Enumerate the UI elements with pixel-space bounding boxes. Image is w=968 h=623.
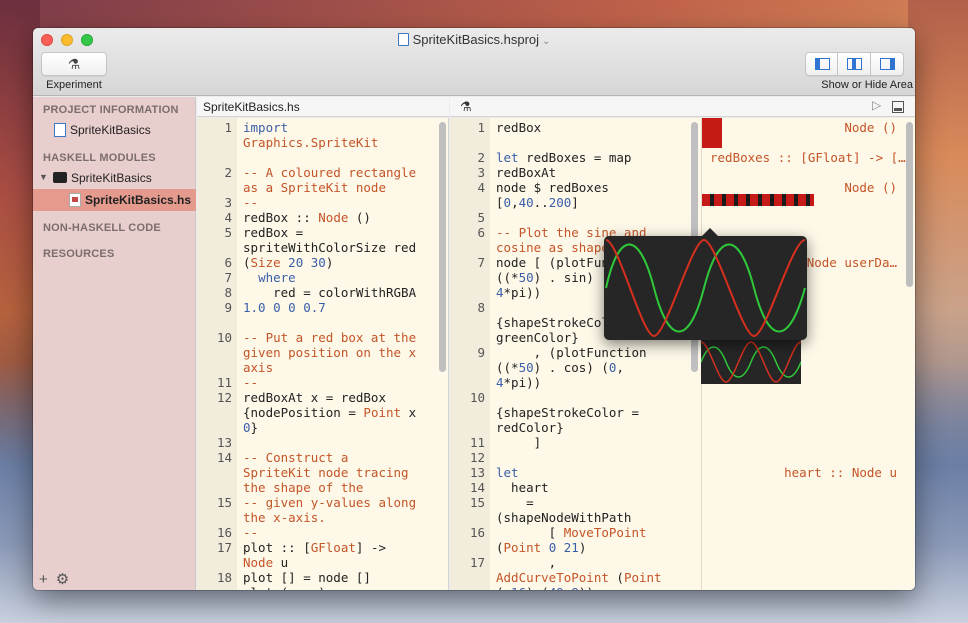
plot-preview-popover: [604, 228, 807, 340]
sidebar-item-module-group[interactable]: SpriteKitBasics: [53, 168, 152, 188]
line-number: 6: [224, 255, 232, 270]
sidebar-bottom-bar: + ⚙: [39, 570, 77, 588]
playground-flask-icon: ⚗: [460, 99, 472, 114]
line-number: 10: [216, 330, 232, 345]
section-resources[interactable]: RESOURCES: [43, 248, 114, 260]
sidebar-item-module-group-label: SpriteKitBasics: [71, 171, 152, 185]
line-number: 12: [469, 450, 485, 465]
result-line-1[interactable]: Node (): [844, 120, 897, 135]
line-number: 11: [216, 375, 232, 390]
haskell-file-icon: [69, 193, 81, 207]
result-line-5[interactable]: heart :: Node u: [784, 465, 897, 480]
line-number: 7: [224, 270, 232, 285]
line-number: 17: [469, 555, 485, 570]
experiment-button[interactable]: ⚗: [41, 52, 107, 76]
line-number: 8: [477, 300, 485, 315]
line-number: 8: [224, 285, 232, 300]
line-number: 14: [216, 450, 232, 465]
code-line: import Graphics.SpriteKit -- A coloured …: [243, 120, 417, 590]
toggle-right-area-button[interactable]: [871, 52, 904, 76]
line-number: 17: [216, 540, 232, 555]
center-pane-icon: [847, 58, 862, 70]
line-number: 13: [216, 435, 232, 450]
disclosure-triangle-icon[interactable]: ▼: [39, 172, 48, 182]
line-number: 16: [216, 525, 232, 540]
sidebar-item-project-label: SpriteKitBasics: [70, 123, 151, 137]
line-number: 3: [224, 195, 232, 210]
add-icon[interactable]: +: [39, 571, 48, 588]
window-title: SpriteKitBasics.hsproj: [412, 32, 540, 47]
line-number: 1: [224, 120, 232, 135]
line-number: 2: [477, 150, 485, 165]
line-number: 15: [216, 495, 232, 510]
section-non-haskell-code[interactable]: NON-HASKELL CODE: [43, 222, 161, 234]
line-number: 2: [224, 165, 232, 180]
right-pane-icon: [880, 58, 895, 70]
show-hide-area-label: Show or Hide Area: [821, 79, 913, 91]
left-pane-icon: [815, 58, 830, 70]
line-number: 6: [477, 225, 485, 240]
red-box-result[interactable]: [702, 118, 722, 148]
gear-icon[interactable]: ⚙: [56, 571, 69, 588]
line-number: 9: [477, 345, 485, 360]
project-document-icon: [397, 33, 409, 46]
line-number: 9: [224, 300, 232, 315]
editor-tab[interactable]: SpriteKitBasics.hs: [197, 97, 449, 117]
line-number: 15: [469, 495, 485, 510]
source-editor[interactable]: 1 2 3 4 5 6 7 8 9 10 11 12 13 14 15 16 1…: [197, 118, 449, 590]
chevron-down-icon: ⌄: [542, 36, 551, 47]
line-number: 16: [469, 525, 485, 540]
run-icon[interactable]: ▷: [872, 98, 881, 112]
toggle-center-area-button[interactable]: [838, 52, 871, 76]
sine-cosine-plot: [605, 238, 806, 338]
playground-tab-bar: ⚗ ▷: [450, 97, 915, 117]
result-line-4[interactable]: Node userDa…: [807, 255, 897, 270]
line-number: 4: [477, 180, 485, 195]
module-folder-icon: [53, 172, 67, 183]
line-number-gutter: [197, 118, 237, 590]
titlebar: SpriteKitBasics.hsproj ⌄ ⚗ Experiment Sho…: [33, 28, 915, 96]
flask-icon: ⚗: [67, 56, 81, 72]
result-line-3[interactable]: Node (): [844, 180, 897, 195]
line-number: 14: [469, 480, 485, 495]
line-number: 7: [477, 255, 485, 270]
experiment-label: Experiment: [46, 79, 102, 91]
result-line-2[interactable]: redBoxes :: [GFloat] -> […: [710, 150, 906, 165]
line-number: 4: [224, 210, 232, 225]
sidebar-item-project[interactable]: SpriteKitBasics: [54, 120, 151, 140]
project-icon: [54, 123, 66, 137]
playground-code: redBox let redBoxes = map redBoxAt node …: [496, 120, 662, 590]
line-number: 5: [477, 210, 485, 225]
toggle-results-icon[interactable]: [892, 101, 904, 113]
sidebar-item-selected-file[interactable]: SpriteKitBasics.hs: [69, 190, 191, 210]
section-haskell-modules[interactable]: HASKELL MODULES: [43, 152, 156, 164]
line-number: 11: [469, 435, 485, 450]
plot-result-thumbnail[interactable]: [700, 340, 802, 384]
line-number: 3: [477, 165, 485, 180]
toggle-left-area-button[interactable]: [805, 52, 838, 76]
playground-editor[interactable]: 1 2 3 4 5 6 7 8 9 10 11 12 13 14 15 16 1…: [450, 118, 701, 590]
line-number: 13: [469, 465, 485, 480]
window-title-area[interactable]: SpriteKitBasics.hsproj ⌄: [33, 32, 915, 47]
sidebar-item-selected-file-label: SpriteKitBasics.hs: [85, 193, 192, 207]
line-number: 10: [469, 390, 485, 405]
line-number: 5: [224, 225, 232, 240]
red-boxes-result[interactable]: [702, 194, 814, 206]
line-number: 18: [216, 570, 232, 585]
project-sidebar: PROJECT INFORMATION SpriteKitBasics HASK…: [33, 97, 196, 590]
source-editor-scrollbar[interactable]: [439, 122, 446, 372]
section-project-information[interactable]: PROJECT INFORMATION: [43, 104, 179, 116]
results-scrollbar[interactable]: [906, 122, 913, 287]
line-number: 12: [216, 390, 232, 405]
line-number: 1: [477, 120, 485, 135]
